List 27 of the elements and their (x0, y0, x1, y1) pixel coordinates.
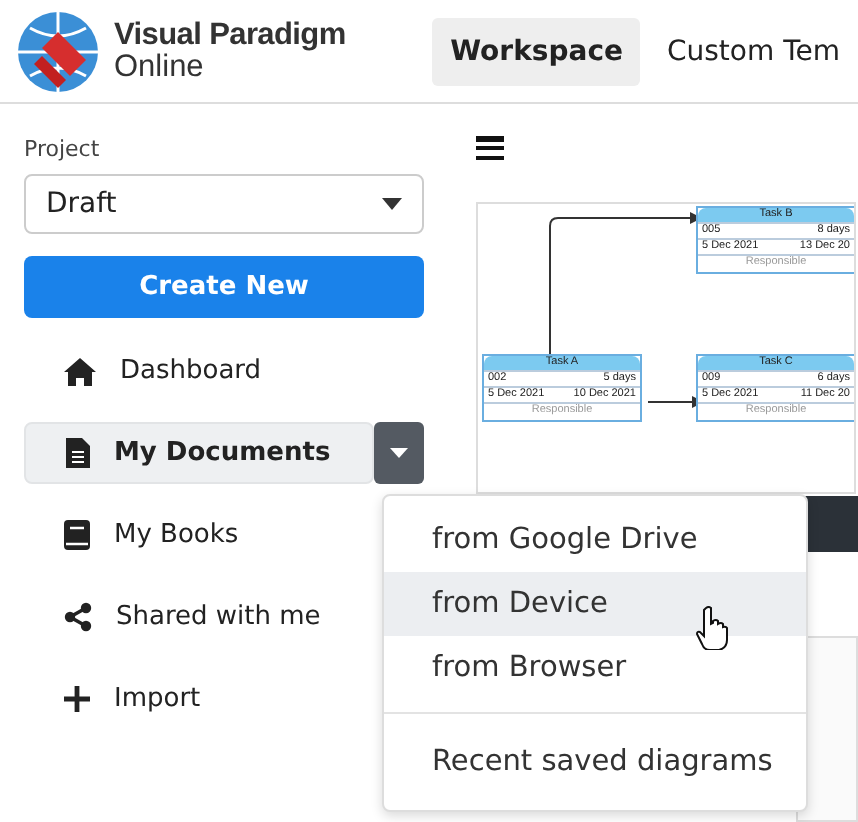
caret-icon (382, 198, 402, 210)
menu-icon[interactable] (476, 136, 504, 160)
menu-item[interactable]: from Browser (384, 636, 806, 700)
nav-tab[interactable]: Workspace (432, 17, 641, 85)
hand-cursor-icon (696, 606, 728, 650)
globe-logo-icon (14, 7, 102, 95)
logo-title: Visual Paradigm (114, 20, 346, 51)
logo-subtitle: Online (114, 51, 206, 82)
share-icon (64, 602, 92, 632)
sidebar-item[interactable]: My Books (24, 504, 374, 566)
sidebar-item[interactable]: My Documents (24, 422, 374, 484)
home-icon (64, 357, 96, 385)
nav-tab[interactable]: Custom Tem (648, 17, 858, 85)
sidebar-item[interactable]: Dashboard (24, 340, 374, 402)
menu-item[interactable]: from Device (384, 572, 806, 636)
dropdown-toggle-button[interactable] (374, 422, 424, 484)
sidebar-item[interactable]: Shared with me (24, 586, 374, 648)
caret-icon (390, 448, 408, 458)
project-select[interactable]: Draft (24, 174, 424, 234)
project-label: Project (24, 136, 102, 162)
menu-item[interactable]: Recent saved diagrams (384, 730, 806, 794)
book-icon (64, 520, 90, 550)
create-new-button[interactable]: Create New (24, 256, 424, 318)
document-icon (66, 438, 90, 468)
plus-icon (64, 686, 90, 712)
sidebar-item[interactable]: Import (24, 668, 374, 730)
menu-item[interactable]: from Google Drive (384, 508, 806, 572)
